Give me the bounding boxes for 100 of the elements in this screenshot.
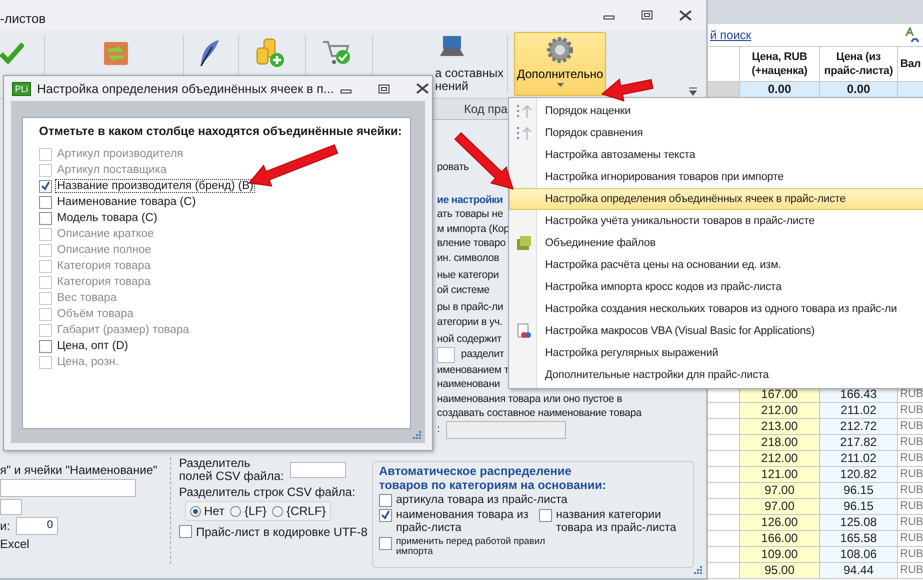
more-button[interactable]: Дополнительно [514,32,606,96]
setting-text: атегории в уч. [437,314,502,329]
checkbox-label: Артикул поставщика [56,163,168,177]
checkbox-label: Прайс-лист в кодировке UTF-8 [196,525,368,539]
table-cell: 211.02 [820,451,898,467]
input-field[interactable] [290,462,346,478]
font-icon[interactable] [905,27,919,43]
close-icon[interactable] [416,83,429,94]
input-field[interactable] [437,346,455,362]
checkbox[interactable] [539,509,552,522]
checkbox-label: Вес товара [56,291,118,305]
resize-grip-icon[interactable] [413,431,421,439]
checkbox-label: Описание краткое [56,227,155,241]
setting-text: вление товаро [437,236,506,250]
gear-icon [545,35,575,65]
table-cell: RUB [898,451,923,467]
setting-text: ать товары не [437,207,503,222]
cart-icon[interactable] [322,39,352,67]
setting-text: ные категори [437,268,499,282]
coins-icon[interactable] [255,38,285,68]
checkbox[interactable] [39,180,52,192]
menu-item[interactable]: Настройка расчёта цены на основании ед. изм. [509,254,923,276]
radio-button[interactable] [190,506,201,516]
sort-list-icon [516,103,532,119]
checkbox-label: Цена, опт (D) [56,339,130,353]
menu-item[interactable]: Объединение файлов [509,232,923,254]
setting-text: разделит [461,347,504,362]
setting-text: : [437,422,440,437]
checkbox-label: Габарит (размер) товара [56,323,190,337]
table-cell: 96.15 [820,483,898,499]
table-cell: RUB [898,419,923,435]
radio-option[interactable]: {LF} [230,504,266,518]
table-cell: RUB [898,467,923,483]
checkbox[interactable] [39,196,52,208]
table-cell: RUB [898,547,923,563]
input-field[interactable] [0,479,136,497]
radio-option[interactable]: Нет [190,504,224,518]
count-field[interactable]: 0 [16,517,58,535]
field-label: Разделитель [179,457,252,470]
table-cell: 212.72 [820,419,898,435]
menu-item[interactable]: Настройка импорта кросс кодов из прайс-листа [509,276,923,298]
table-cell: 213.00 [740,419,820,435]
table-cell: 109.00 [740,547,820,563]
field-label: Разделитель строк CSV файла: [179,485,356,499]
setting-text: ой системе [437,282,490,297]
sort-list-icon [516,125,532,141]
radio-button[interactable] [230,506,242,516]
checkbox-label: Цена, розн. [56,355,120,369]
feather-icon[interactable] [198,39,220,67]
expand-icon[interactable] [688,86,698,96]
checkbox-label: применить перед работой правил импорта [396,537,546,557]
checkbox[interactable] [379,494,392,507]
table-cell: 212.00 [740,403,820,419]
maximize-icon[interactable] [641,10,653,20]
checkbox[interactable] [379,537,392,550]
checkbox-label: названия категории товара из прайс-листа [556,509,678,535]
document-macro-icon [516,323,532,339]
maximize-icon[interactable] [378,84,390,94]
menu-item[interactable]: Порядок сравнения [509,122,923,144]
window-title: -листов [0,10,47,26]
setting-text: создавать составное наименование товара [437,406,642,420]
table-cell: 211.02 [820,403,898,419]
checkbox[interactable] [39,212,52,224]
toolbar-label: нений [435,80,468,93]
resize-grip-icon[interactable] [694,566,702,574]
search-link[interactable]: й поиск [710,28,752,42]
box-arrows-icon[interactable] [103,40,129,66]
menu-item[interactable]: Настройка регулярных выражений [509,342,923,364]
checkbox-label: наименования товара из прайс-листа [396,509,530,535]
menu-item[interactable]: Настройка игнорирования товаров при импорте [509,166,923,188]
laptop-icon[interactable] [439,35,465,59]
setting-text: ин. символов [437,250,500,265]
radio-button[interactable] [272,506,284,516]
setting-text: я" и ячейки "Наименование" [0,463,158,477]
checkbox[interactable] [39,340,52,352]
menu-item[interactable]: Дополнительные настройки для прайс-листа [509,364,923,386]
files-icon [516,235,532,251]
menu-item[interactable]: Настройка макросов VBA (Visual Basic for Applications) [509,320,923,342]
setting-text: ры в прайс-ли [437,300,504,314]
table-cell: 126.00 [740,515,820,531]
radio-option[interactable]: {CRLF} [272,504,326,518]
group-title: Автоматическое распределение [379,464,572,478]
check-icon[interactable] [0,42,24,64]
table-cell: 212.00 [740,451,820,467]
menu-item[interactable]: Настройка учёта уникальности товаров в прайс-листе [509,210,923,232]
table-cell: RUB [898,563,923,579]
table-cell: RUB [898,531,923,547]
menu-item[interactable]: Настройка создания нескольких товаров из одного товара из прайс-ли [509,298,923,320]
checkbox[interactable] [379,509,392,522]
table-cell: RUB [898,499,923,515]
close-icon[interactable] [679,10,692,20]
input-field[interactable] [0,499,22,515]
field-label: полей CSV файла: [179,470,284,483]
input-field[interactable] [446,420,566,438]
toolbar-label: а составных [435,67,504,80]
menu-item[interactable]: Настройка автозамены текста [509,144,923,166]
table-cell: 94.44 [820,563,898,579]
checkbox[interactable] [179,525,192,538]
panel-heading: Отметьте в каком столбце находятся объединённые ячейки: [39,124,402,138]
menu-item[interactable]: Настройка определения объединённых ячеек в прайс-листе [509,188,923,210]
